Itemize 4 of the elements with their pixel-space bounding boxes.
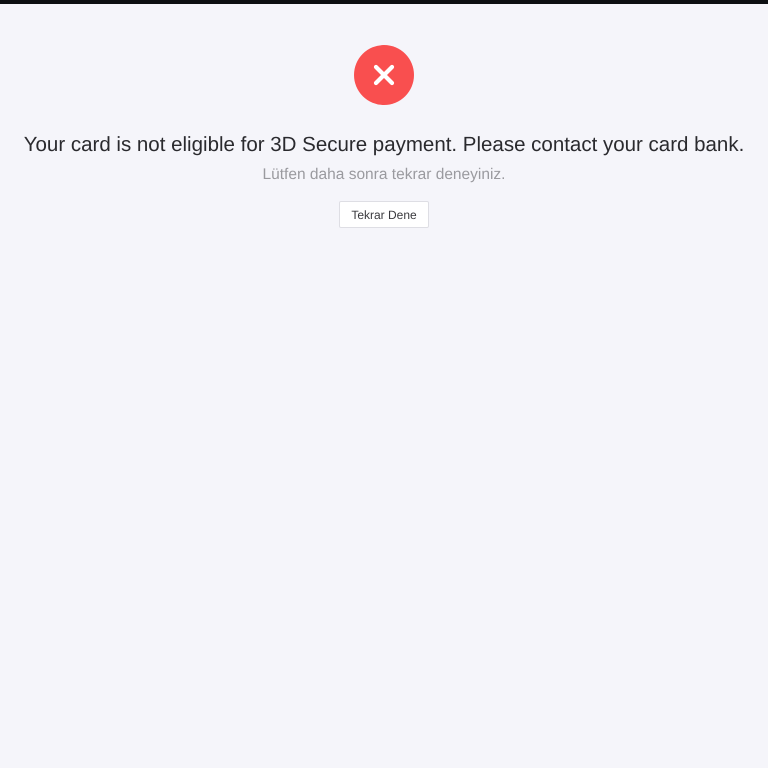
retry-button[interactable]: Tekrar Dene — [339, 201, 429, 228]
error-x-icon — [354, 45, 414, 105]
error-message: Your card is not eligible for 3D Secure payment. Please contact your card bank. — [24, 132, 744, 158]
retry-hint: Lütfen daha sonra tekrar deneyiniz. — [262, 165, 506, 185]
